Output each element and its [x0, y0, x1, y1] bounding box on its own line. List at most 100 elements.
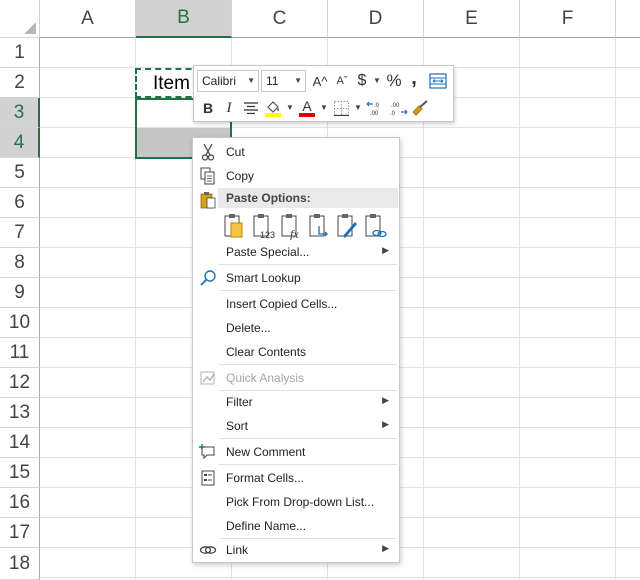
menu-item-filter[interactable]: Filter ▶ — [193, 390, 399, 414]
row-header-10[interactable]: 10 — [0, 308, 40, 338]
menu-item-label: Copy — [226, 169, 255, 183]
menu-item-define-name[interactable]: Define Name... — [193, 514, 399, 538]
menu-item-label: Clear Contents — [226, 345, 307, 359]
row-header-16[interactable]: 16 — [0, 488, 40, 518]
mini-toolbar-row-1: Calibri ▼ 11 ▼ A^ Aˇ $ ▼ % , — [194, 66, 453, 94]
percent-style-button[interactable]: % — [384, 70, 404, 92]
menu-item-format-cells[interactable]: Format Cells... — [193, 466, 399, 490]
comma-style-button[interactable]: , — [406, 67, 422, 92]
menu-item-label: Insert Copied Cells... — [226, 297, 338, 311]
paste-formulas-icon: fx — [281, 214, 299, 241]
row-header-6[interactable]: 6 — [0, 188, 40, 218]
increase-decimal-button[interactable]: .0 .00 — [366, 97, 386, 119]
merge-center-button[interactable] — [428, 70, 448, 92]
row-header-18[interactable]: 18 — [0, 548, 40, 580]
paste-options-label: Paste Options: — [226, 191, 311, 205]
font-size-combo[interactable]: 11 ▼ — [261, 70, 306, 92]
menu-item-label: Filter — [226, 395, 253, 409]
paste-link-button[interactable] — [363, 212, 389, 240]
row-header-9[interactable]: 9 — [0, 278, 40, 308]
svg-text:.0: .0 — [390, 111, 396, 116]
accounting-format-button[interactable]: $ — [354, 70, 370, 92]
menu-item-label: New Comment — [226, 445, 306, 459]
column-header-a[interactable]: A — [40, 0, 136, 38]
menu-item-new-comment[interactable]: New Comment — [193, 440, 399, 464]
paste-formulas-button[interactable]: fx — [279, 212, 305, 241]
row-header-13[interactable]: 13 — [0, 398, 40, 428]
menu-item-label: Smart Lookup — [226, 271, 301, 285]
decrease-font-size-button[interactable]: Aˇ — [332, 70, 352, 92]
paste-button[interactable] — [221, 212, 247, 240]
mini-toolbar-row-2: B I ▼ A ▼ ▼ .0 .00 .00 .0 — [194, 93, 453, 121]
clipboard-icon — [200, 192, 216, 209]
italic-icon: I — [226, 99, 232, 116]
menu-item-insert-copied-cells[interactable]: Insert Copied Cells... — [193, 292, 399, 316]
paste-link-icon — [365, 214, 387, 238]
bold-button[interactable]: B — [199, 97, 217, 119]
menu-item-delete[interactable]: Delete... — [193, 316, 399, 340]
decrease-decimal-button[interactable]: .00 .0 — [388, 97, 408, 119]
chevron-right-icon: ▶ — [382, 419, 389, 429]
svg-text:fx: fx — [290, 227, 299, 240]
menu-item-paste-special[interactable]: Paste Special... ▶ — [193, 240, 399, 264]
quick-analysis-icon — [200, 371, 215, 385]
column-header-g-partial[interactable] — [616, 0, 640, 38]
chevron-down-icon[interactable]: ▼ — [354, 103, 362, 112]
menu-item-pick-from-dropdown[interactable]: Pick From Drop-down List... — [193, 490, 399, 514]
row-header-11[interactable]: 11 — [0, 338, 40, 368]
borders-button[interactable] — [332, 97, 350, 119]
menu-separator — [219, 364, 397, 365]
font-size-value: 11 — [266, 74, 279, 88]
format-painter-button[interactable] — [410, 97, 430, 119]
grid-line — [615, 38, 616, 580]
chevron-down-icon[interactable]: ▼ — [373, 76, 381, 85]
row-header-14[interactable]: 14 — [0, 428, 40, 458]
menu-item-smart-lookup[interactable]: Smart Lookup — [193, 266, 399, 290]
column-header-d[interactable]: D — [328, 0, 424, 38]
row-header-3[interactable]: 3 — [0, 98, 40, 128]
paste-formatting-button[interactable] — [335, 212, 361, 240]
column-header-f[interactable]: F — [520, 0, 616, 38]
menu-item-cut[interactable]: Cut — [193, 140, 399, 164]
italic-button[interactable]: I — [220, 97, 238, 119]
row-header-12[interactable]: 12 — [0, 368, 40, 398]
row-header-15[interactable]: 15 — [0, 458, 40, 488]
row-header-7[interactable]: 7 — [0, 218, 40, 248]
paste-values-button[interactable]: 123 — [251, 212, 277, 240]
column-header-e[interactable]: E — [424, 0, 520, 38]
menu-item-label: Delete... — [226, 321, 271, 335]
chevron-right-icon: ▶ — [382, 395, 389, 405]
fill-color-button[interactable] — [264, 97, 282, 119]
align-center-button[interactable] — [242, 97, 260, 119]
row-header-5[interactable]: 5 — [0, 158, 40, 188]
menu-item-label: Quick Analysis — [226, 371, 305, 385]
paste-transpose-icon — [309, 214, 328, 237]
menu-item-clear-contents[interactable]: Clear Contents — [193, 340, 399, 364]
row-header-8[interactable]: 8 — [0, 248, 40, 278]
paste-values-icon: 123 — [253, 214, 275, 240]
chevron-down-icon[interactable]: ▼ — [320, 103, 328, 112]
font-name-combo[interactable]: Calibri ▼ — [197, 70, 259, 92]
menu-item-label: Format Cells... — [226, 471, 305, 485]
decrease-decimal-icon: .00 .0 — [390, 103, 408, 116]
row-header-1[interactable]: 1 — [0, 38, 40, 68]
chevron-right-icon: ▶ — [382, 543, 389, 553]
paste-transpose-button[interactable] — [307, 212, 333, 240]
column-header-c[interactable]: C — [232, 0, 328, 38]
menu-item-sort[interactable]: Sort ▶ — [193, 414, 399, 438]
row-header-17[interactable]: 17 — [0, 518, 40, 548]
svg-text:123: 123 — [260, 230, 275, 240]
row-header-2[interactable]: 2 — [0, 68, 40, 98]
paint-bucket-icon — [265, 101, 281, 117]
menu-item-link[interactable]: Link ▶ — [193, 538, 399, 562]
chevron-down-icon[interactable]: ▼ — [286, 103, 294, 112]
font-color-button[interactable]: A — [298, 97, 316, 119]
column-header-b[interactable]: B — [136, 0, 232, 38]
chevron-right-icon: ▶ — [382, 245, 389, 255]
row-header-4[interactable]: 4 — [0, 128, 40, 158]
dollar-icon: $ — [357, 72, 367, 89]
menu-item-copy[interactable]: Copy — [193, 164, 399, 188]
increase-font-size-button[interactable]: A^ — [310, 70, 330, 92]
paste-options-row: 123 fx — [221, 212, 397, 242]
select-all-corner[interactable] — [0, 0, 40, 38]
